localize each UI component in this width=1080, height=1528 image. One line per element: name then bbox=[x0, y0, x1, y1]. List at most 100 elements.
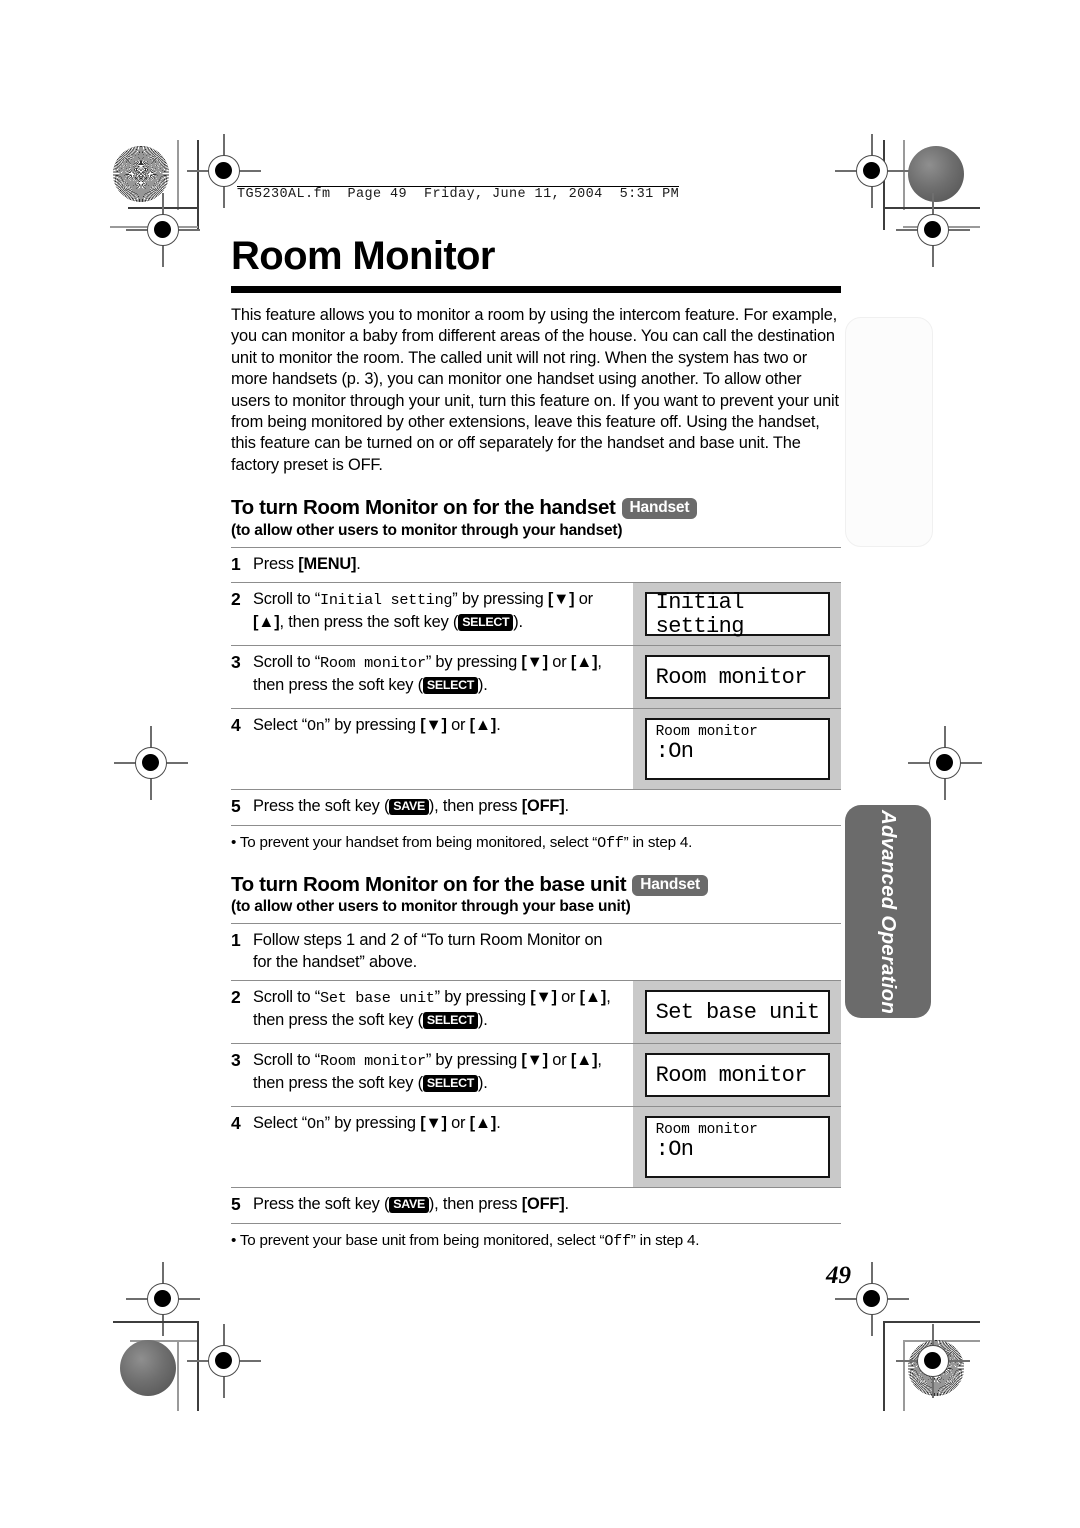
softkey-badge[interactable]: SELECT bbox=[422, 1075, 479, 1092]
file-header-text: TG5230AL.fm Page 49 Friday, June 11, 200… bbox=[237, 186, 680, 202]
page-content: Room Monitor This feature allows you to … bbox=[231, 236, 841, 1251]
step-text-cell: 1 Press [MENU]. bbox=[231, 546, 633, 583]
key-label: [▼] bbox=[547, 590, 575, 609]
key-label: [▲] bbox=[253, 612, 280, 631]
step-text: . bbox=[496, 716, 501, 735]
lcd-cell-empty bbox=[632, 923, 841, 981]
step-text: ” by pressing bbox=[324, 1114, 421, 1133]
section2-steps-body: 1 Follow steps 1 and 2 of “To turn Room M… bbox=[231, 923, 841, 1224]
lcd-wrapper: Room monitor bbox=[633, 646, 841, 708]
handset-badge: Handset bbox=[621, 498, 698, 520]
step-number: 4 bbox=[231, 1113, 241, 1134]
step-text-cell: 2 Scroll to “Set base unit” by pressing [… bbox=[231, 980, 633, 1044]
step-text: . bbox=[564, 1195, 569, 1214]
step-text: or bbox=[556, 988, 580, 1007]
step-body: Select “On” by pressing [▼] or [▲]. bbox=[253, 1113, 625, 1136]
step-text: or bbox=[574, 590, 593, 609]
lcd-wrapper: Room monitor:On bbox=[633, 1107, 841, 1187]
step-text: or bbox=[547, 1051, 571, 1070]
lcd-display: Room monitor bbox=[644, 655, 830, 700]
lcd-term: On bbox=[306, 717, 325, 736]
rule-cell bbox=[231, 825, 633, 826]
section1-steps-body: 1 Press [MENU]. 2 Scroll to “Initial settin… bbox=[231, 546, 841, 826]
steps-bottom-rule bbox=[231, 825, 841, 826]
step-text: Scroll to “ bbox=[253, 653, 321, 672]
section2-note: • To prevent your base unit from being m… bbox=[231, 1231, 841, 1251]
lcd-cell-empty bbox=[632, 1187, 841, 1224]
lcd-cell: Set base unit bbox=[632, 980, 841, 1044]
step-text: • To prevent your handset from being mon… bbox=[231, 833, 598, 851]
rule-cell bbox=[632, 1223, 841, 1224]
step-number: 5 bbox=[231, 796, 241, 817]
softkey-badge[interactable]: SELECT bbox=[422, 677, 479, 694]
step-text: ), then press bbox=[428, 1195, 522, 1214]
side-tab-label: Advanced Operation bbox=[877, 809, 900, 1014]
step-text: ” by pressing bbox=[324, 716, 421, 735]
lcd-display: Room monitor:On bbox=[644, 1116, 830, 1179]
title-underline bbox=[231, 286, 841, 293]
lcd-cell: Initial setting bbox=[632, 582, 841, 646]
side-tab-advanced-operation[interactable]: Advanced Operation bbox=[845, 805, 931, 1018]
lcd-term: Off bbox=[604, 1231, 631, 1250]
step-text: ). bbox=[513, 612, 523, 631]
step-text: , then press the soft key ( bbox=[279, 612, 459, 631]
step-text-cell: 3 Scroll to “Room monitor” by pressing [▼… bbox=[231, 1043, 633, 1107]
step-text: or bbox=[446, 1114, 470, 1133]
lcd-cell: Room monitor:On bbox=[632, 708, 841, 790]
step-line: 3 Scroll to “Room monitor” by pressing [▼… bbox=[231, 1050, 625, 1094]
key-label: [▲] bbox=[469, 1114, 497, 1133]
lcd-term: Initial setting bbox=[320, 591, 453, 610]
lcd-value-line: :On bbox=[655, 1137, 694, 1163]
step-body: Press the soft key (SAVE), then press [O… bbox=[253, 796, 625, 818]
key-label: [▼] bbox=[420, 1114, 447, 1133]
step-body: Follow steps 1 and 2 of “To turn Room Mo… bbox=[253, 930, 625, 973]
step-row: 4 Select “On” by pressing [▼] or [▲]. Room… bbox=[231, 708, 841, 790]
lcd-term: Room monitor bbox=[320, 654, 426, 673]
lcd-term: Off bbox=[597, 833, 624, 852]
step-text: Press the soft key ( bbox=[253, 797, 390, 816]
step-text: Select “ bbox=[253, 716, 307, 735]
step-body: Scroll to “Set base unit” by pressing [▼… bbox=[253, 987, 625, 1031]
step-number: 1 bbox=[231, 553, 241, 574]
step-text: ” by pressing bbox=[434, 988, 531, 1007]
intro-paragraph: This feature allows you to monitor a roo… bbox=[231, 306, 839, 474]
step-text: . bbox=[496, 1114, 501, 1133]
lcd-wrapper: Room monitor bbox=[633, 1044, 841, 1106]
step-body: Press [MENU]. bbox=[253, 554, 625, 576]
step-line: 2 Scroll to “Set base unit” by pressing [… bbox=[231, 987, 625, 1031]
lcd-wrapper: Set base unit bbox=[633, 981, 841, 1043]
lcd-main-line: Room monitor bbox=[655, 665, 808, 691]
lcd-cell: Room monitor:On bbox=[632, 1106, 841, 1188]
step-text: Scroll to “ bbox=[253, 1051, 321, 1070]
side-tab-inactive[interactable] bbox=[845, 317, 933, 547]
step-body: Scroll to “Room monitor” by pressing [▼]… bbox=[253, 1050, 625, 1094]
step-line: 4 Select “On” by pressing [▼] or [▲]. bbox=[231, 715, 625, 738]
steps-bottom-rule bbox=[231, 1223, 841, 1224]
step-text: ), then press bbox=[428, 797, 522, 816]
file-header-line: TG5230AL.fm Page 49 Friday, June 11, 200… bbox=[203, 172, 680, 217]
key-label: [▼] bbox=[530, 988, 557, 1007]
step-row: 3 Scroll to “Room monitor” by pressing [▼… bbox=[231, 1043, 841, 1107]
section1-heading: To turn Room Monitor on for the handset H… bbox=[231, 496, 841, 520]
step-text: . bbox=[564, 797, 569, 816]
step-text-cell: 5 Press the soft key (SAVE), then press [… bbox=[231, 789, 633, 826]
step-number: 3 bbox=[231, 1050, 241, 1071]
softkey-badge[interactable]: SAVE bbox=[389, 1196, 429, 1214]
lcd-display: Initial setting bbox=[644, 591, 830, 639]
step-row: 5 Press the soft key (SAVE), then press [… bbox=[231, 789, 841, 826]
lcd-value-line: :On bbox=[655, 739, 694, 765]
lcd-cell: Room monitor bbox=[632, 645, 841, 709]
step-line: 4 Select “On” by pressing [▼] or [▲]. bbox=[231, 1113, 625, 1136]
key-label: [▲] bbox=[570, 1051, 598, 1070]
softkey-badge[interactable]: SELECT bbox=[458, 614, 514, 631]
step-row: 2 Scroll to “Set base unit” by pressing [… bbox=[231, 980, 841, 1044]
softkey-badge[interactable]: SAVE bbox=[389, 798, 429, 816]
handset-badge: Handset bbox=[632, 874, 708, 896]
step-text: ). bbox=[478, 1073, 488, 1092]
softkey-badge[interactable]: SELECT bbox=[422, 1012, 479, 1029]
lcd-main-line: Room monitor bbox=[655, 1063, 808, 1089]
step-line: 1 Press [MENU]. bbox=[231, 554, 625, 576]
lcd-cell-empty bbox=[632, 789, 841, 826]
step-row: 3 Scroll to “Room monitor” by pressing [▼… bbox=[231, 645, 841, 709]
rule-cell bbox=[231, 1223, 633, 1224]
